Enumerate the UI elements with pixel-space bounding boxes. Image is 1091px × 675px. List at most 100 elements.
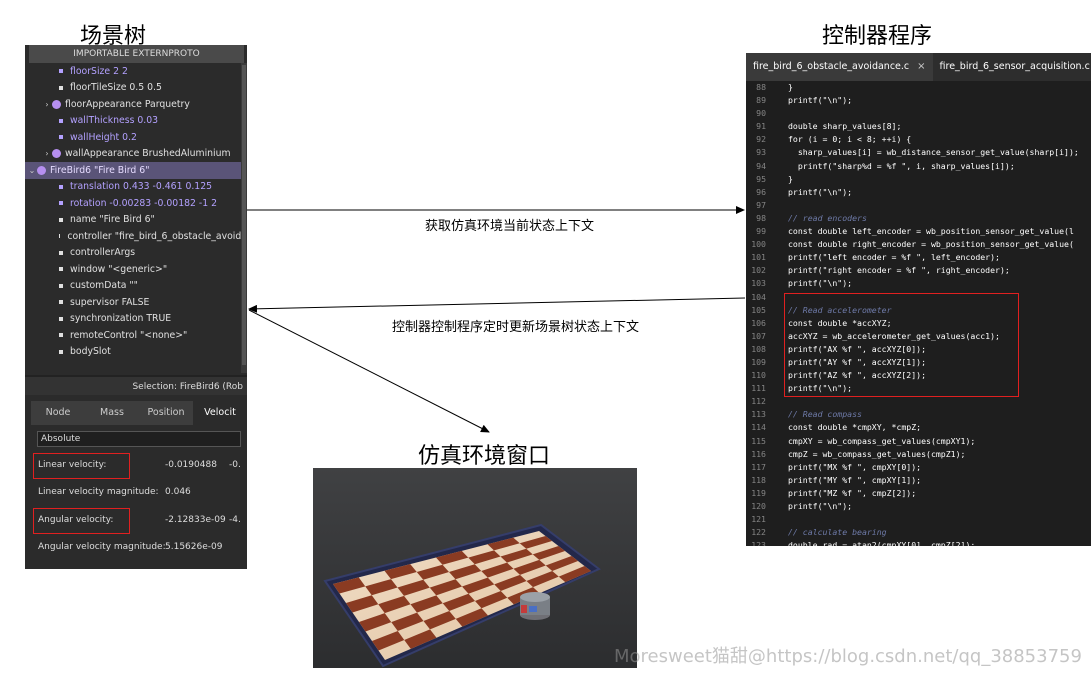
- code-text: printf("\n");: [788, 95, 853, 106]
- robot-icon: [520, 592, 550, 620]
- tree-row-label: bodySlot: [70, 346, 111, 358]
- code-line: 94 printf("sharp%d = %f ", i, sharp_valu…: [746, 160, 1091, 173]
- field-bullet-icon: [59, 300, 63, 305]
- field-bullet-icon: [59, 135, 63, 140]
- chevron-right-icon[interactable]: ›: [42, 100, 52, 109]
- scene-tree-scroll-thumb[interactable]: [242, 65, 246, 365]
- editor-tab-bar: fire_bird_6_obstacle_avoidance.c × fire_…: [746, 53, 1091, 81]
- tree-row[interactable]: ⌄ FireBird6 "Fire Bird 6": [25, 162, 247, 179]
- linear-magnitude-label: Linear velocity magnitude:: [38, 487, 159, 497]
- field-bullet-icon: [59, 217, 63, 222]
- code-line: 93 sharp_values[i] = wb_distance_sensor_…: [746, 146, 1091, 159]
- robot-node-icon: [37, 165, 46, 175]
- tree-row[interactable]: › wallAppearance BrushedAluminium: [25, 146, 247, 163]
- angular-velocity-highlight: [33, 508, 130, 534]
- close-icon[interactable]: ×: [917, 53, 925, 81]
- line-number: 120: [751, 501, 766, 511]
- code-line: 102 printf("right encoder = %f ", right_e…: [746, 264, 1091, 277]
- line-number: 100: [751, 239, 766, 250]
- tree-row[interactable]: rotation -0.00283 -0.00182 -1 2: [25, 195, 247, 212]
- field-bullet-icon: [59, 85, 63, 90]
- tree-row[interactable]: floorTileSize 0.5 0.5: [25, 80, 247, 97]
- code-text: const double *cmpXY, *cmpZ;: [788, 422, 922, 433]
- code-text: printf("\n");: [788, 278, 853, 289]
- tree-row[interactable]: › floorAppearance Parquetry: [25, 96, 247, 113]
- code-text: printf("MY %f ", cmpXY[1]);: [788, 474, 922, 485]
- code-text: double sharp_values[8];: [788, 121, 902, 132]
- tree-row-label: floorSize 2 2: [70, 65, 128, 77]
- code-line: 114 const double *cmpXY, *cmpZ;: [746, 421, 1091, 434]
- code-line: 91 double sharp_values[8];: [746, 120, 1091, 133]
- controller-heading: 控制器程序: [822, 24, 933, 49]
- code-text: // read encoders: [788, 212, 867, 223]
- tab-mass[interactable]: Mass: [85, 401, 139, 425]
- field-bullet-icon: [59, 234, 61, 239]
- tree-row[interactable]: remoteControl "<none>": [25, 327, 247, 344]
- code-line: 95}: [746, 173, 1091, 186]
- simulation-viewport[interactable]: [313, 468, 637, 668]
- tree-row[interactable]: wallHeight 0.2: [25, 129, 247, 146]
- line-number: 122: [751, 527, 766, 538]
- chevron-right-icon[interactable]: ›: [42, 149, 52, 158]
- tree-row-label: translation 0.433 -0.461 0.125: [70, 181, 213, 193]
- code-text: printf("sharp%d = %f ", i, sharp_values[…: [788, 160, 1015, 171]
- tree-row[interactable]: controller "fire_bird_6_obstacle_avoida: [25, 228, 247, 245]
- tab-velocity[interactable]: Velocit: [193, 401, 247, 425]
- selection-label: Selection: FireBird6 (Rob: [25, 375, 247, 395]
- tab-node[interactable]: Node: [31, 401, 85, 425]
- tree-row[interactable]: window "<generic>": [25, 261, 247, 278]
- line-number: 92: [756, 134, 766, 145]
- line-number: 113: [751, 409, 766, 420]
- code-text: printf("MZ %f ", cmpZ[2]);: [788, 487, 917, 498]
- code-text: double rad = atan2(cmpXY[0], cmpZ[2]);: [788, 540, 976, 546]
- tree-row[interactable]: wallThickness 0.03: [25, 113, 247, 130]
- tab-obstacle-avoidance[interactable]: fire_bird_6_obstacle_avoidance.c ×: [746, 53, 933, 81]
- tree-row[interactable]: controllerArgs: [25, 245, 247, 262]
- tree-row[interactable]: supervisor FALSE: [25, 294, 247, 311]
- tree-row[interactable]: bodySlot: [25, 344, 247, 361]
- tree-row[interactable]: floorSize 2 2: [25, 63, 247, 80]
- code-text: sharp_values[i] = wb_distance_sensor_get…: [788, 147, 1079, 158]
- tree-row[interactable]: translation 0.433 -0.461 0.125: [25, 179, 247, 196]
- tab-position[interactable]: Position: [139, 401, 193, 425]
- code-text: const double right_encoder = wb_position…: [788, 239, 1074, 250]
- tree-row-label: window "<generic>": [70, 263, 168, 275]
- sim-window-heading: 仿真环境窗口: [418, 444, 551, 469]
- code-text: printf("\n");: [788, 186, 853, 197]
- line-number: 119: [751, 487, 766, 498]
- line-number: 114: [751, 422, 766, 433]
- tree-row-label: controllerArgs: [70, 247, 136, 259]
- code-text: cmpZ = wb_compass_get_values(cmpZ1);: [788, 448, 966, 459]
- tab-sensor-acquisition[interactable]: fire_bird_6_sensor_acquisition.c ×: [932, 53, 1091, 81]
- code-line: 119 printf("MZ %f ", cmpZ[2]);: [746, 487, 1091, 500]
- code-line: 99 const double left_encoder = wb_positio…: [746, 225, 1091, 238]
- code-text: printf("left encoder = %f ", left_encode…: [788, 252, 1000, 263]
- tree-row-label: name "Fire Bird 6": [70, 214, 155, 226]
- arena-render: [313, 468, 637, 668]
- scene-tree-rows: floorSize 2 2 floorTileSize 0.5 0.5 › floor…: [25, 63, 247, 360]
- code-line: 112: [746, 395, 1091, 408]
- field-editor-tabs: Node Mass Position Velocit: [31, 401, 247, 425]
- code-line: 120 printf("\n");: [746, 500, 1091, 513]
- chevron-down-icon[interactable]: ⌄: [27, 166, 37, 175]
- code-line: 88}: [746, 81, 1091, 94]
- reference-frame-select[interactable]: Absolute: [37, 431, 241, 447]
- code-line: 98 // read encoders: [746, 212, 1091, 225]
- tree-row-label: wallAppearance BrushedAluminium: [65, 148, 231, 160]
- line-number: 116: [751, 448, 766, 459]
- tree-row-label: rotation -0.00283 -0.00182 -1 2: [70, 197, 218, 209]
- tree-row[interactable]: name "Fire Bird 6": [25, 212, 247, 229]
- code-line: 96 printf("\n");: [746, 186, 1091, 199]
- line-number: 102: [751, 265, 766, 276]
- tree-row[interactable]: synchronization TRUE: [25, 311, 247, 328]
- field-bullet-icon: [59, 201, 63, 206]
- code-line: 92 for (i = 0; i < 8; ++i) {: [746, 133, 1091, 146]
- tree-row-label: controller "fire_bird_6_obstacle_avoida: [67, 230, 247, 242]
- field-bullet-icon: [59, 118, 63, 123]
- line-number: 107: [751, 330, 766, 341]
- code-line: 89 printf("\n");: [746, 94, 1091, 107]
- line-number: 90: [756, 108, 766, 119]
- line-number: 97: [756, 199, 766, 210]
- tree-row[interactable]: customData "": [25, 278, 247, 295]
